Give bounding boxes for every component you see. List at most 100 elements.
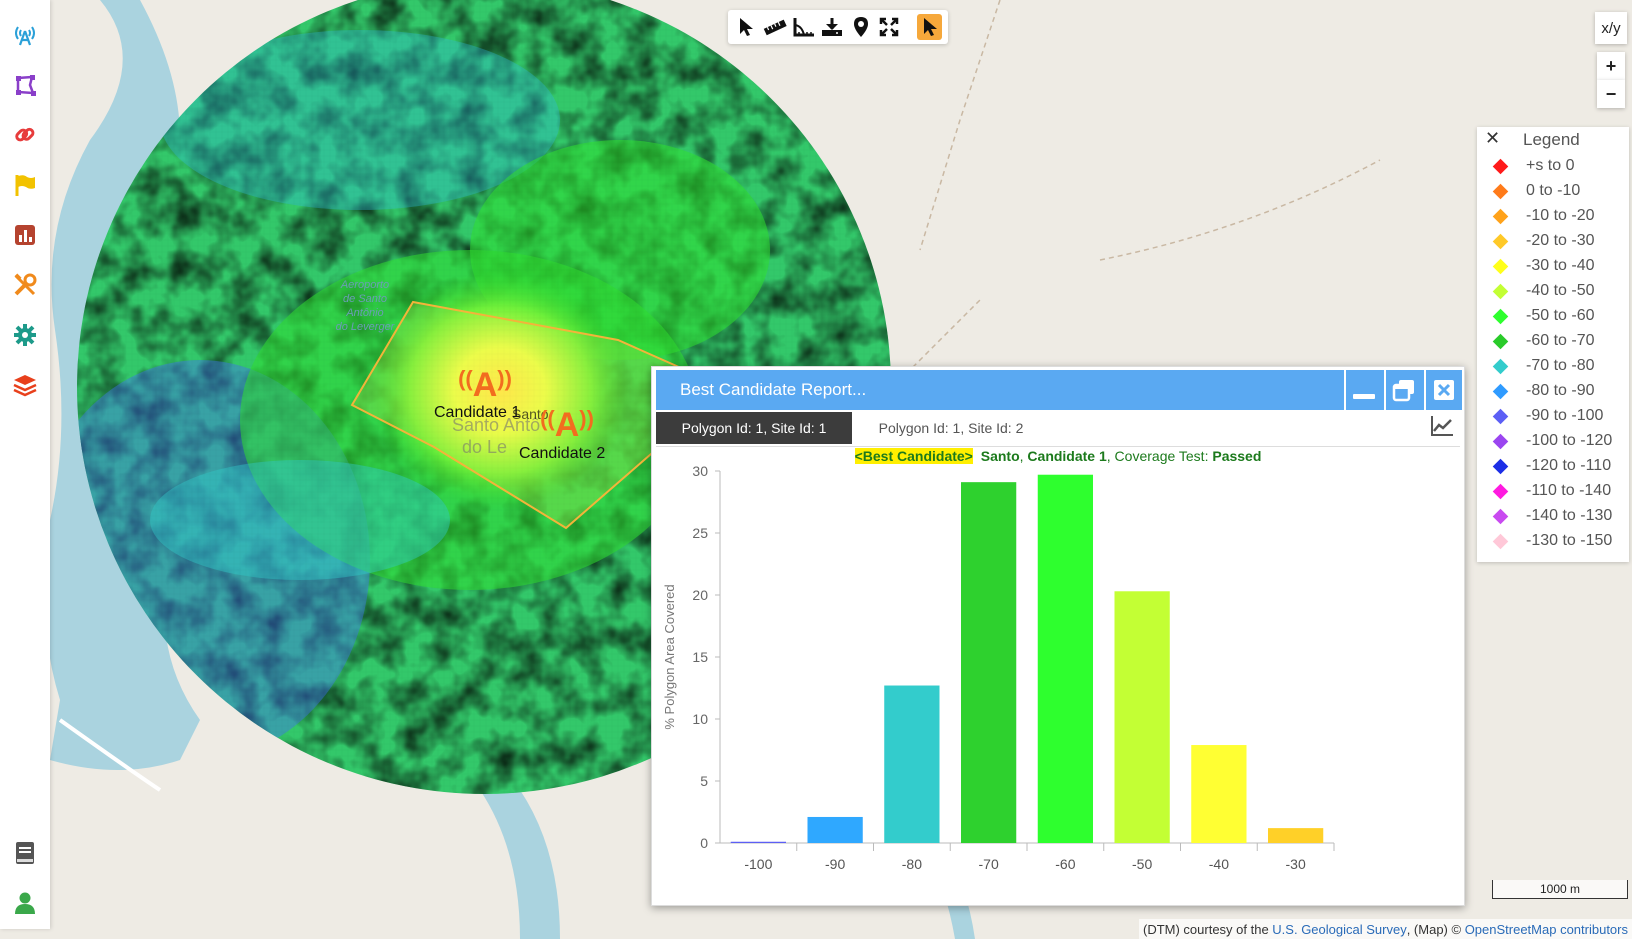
x-tick-label: -70	[979, 856, 999, 872]
legend-item-label: -10 to -20	[1526, 207, 1595, 224]
sidebar-user-button[interactable]	[12, 890, 38, 916]
usgs-link[interactable]: U.S. Geological Survey	[1272, 922, 1406, 937]
pointer-icon	[740, 18, 754, 36]
best-candidate-report-dialog[interactable]: Best Candidate Report... Polygon Id: 1, …	[651, 366, 1465, 906]
sidebar-links-button[interactable]	[12, 122, 38, 148]
legend-item-label: -40 to -50	[1526, 282, 1595, 299]
legend-swatch-icon	[1492, 508, 1509, 524]
osm-link[interactable]: OpenStreetMap contributors	[1465, 922, 1628, 937]
user-icon	[15, 892, 35, 914]
zoom-out-button[interactable]: −	[1597, 80, 1625, 108]
bar	[730, 841, 787, 843]
sidebar-polygon-button[interactable]	[12, 72, 38, 98]
candidate-2-label: Candidate 2	[519, 445, 606, 462]
measure-angle-tool[interactable]	[791, 14, 816, 40]
legend-swatch-icon	[1492, 383, 1509, 399]
restore-button[interactable]	[1384, 370, 1422, 410]
sidebar-settings-button[interactable]	[12, 322, 38, 348]
bar	[1114, 591, 1170, 843]
site-name: Santo	[980, 448, 1020, 464]
fullscreen-tool[interactable]	[877, 14, 902, 40]
sidebar-flags-button[interactable]	[12, 172, 38, 198]
legend-item: -20 to -30	[1477, 229, 1594, 253]
y-tick-label: 10	[692, 711, 708, 727]
legend-item-label: +s to 0	[1526, 157, 1575, 174]
y-tick-label: 25	[692, 525, 708, 541]
best-candidate-badge: <Best Candidate>	[854, 448, 973, 464]
sidebar-reports-button[interactable]	[12, 222, 38, 248]
legend-item-label: -60 to -70	[1526, 332, 1595, 349]
legend-swatch-icon	[1492, 433, 1509, 449]
bar	[1191, 745, 1247, 843]
map-pin-icon	[853, 17, 868, 37]
legend-item: -50 to -60	[1477, 304, 1594, 328]
airport-label: Aeroporto de Santo Antônio do Leverger	[335, 279, 395, 333]
legend-item: +s to 0	[1477, 154, 1574, 178]
download-tool[interactable]	[820, 14, 845, 40]
legend-title: Legend	[1523, 130, 1580, 149]
attribution-prefix: (DTM) courtesy of the	[1142, 921, 1273, 937]
legend-item-label: -140 to -130	[1526, 507, 1613, 524]
marker-tool[interactable]	[849, 14, 874, 40]
legend-item: -90 to -100	[1477, 404, 1603, 428]
legend-item: -130 to -150	[1477, 529, 1612, 553]
legend-item-label: -110 to -140	[1526, 482, 1612, 499]
sidebar-sites-button[interactable]	[12, 22, 38, 48]
x-tick-label: -30	[1286, 856, 1306, 872]
legend-item-label: -50 to -60	[1526, 307, 1595, 324]
ruler-icon	[763, 19, 787, 36]
y-tick-label: 5	[700, 773, 708, 789]
legend-item: -100 to -120	[1477, 429, 1612, 453]
tab-site-2[interactable]: Polygon Id: 1, Site Id: 2	[856, 412, 1046, 444]
minimize-button[interactable]	[1344, 370, 1382, 410]
select-tool[interactable]	[734, 14, 759, 40]
sidebar-docs-button[interactable]	[12, 840, 38, 866]
legend-swatch-icon	[1492, 483, 1509, 499]
y-tick-label: 0	[700, 835, 708, 851]
legend-item-label: -130 to -150	[1526, 532, 1613, 549]
pointer-active-tool[interactable]	[917, 14, 942, 40]
bar	[1267, 828, 1324, 843]
coverage-histogram: 0 5 10 15 20 25 30 -100 -90 -80 -70 -60 -50 -40 -30 % P…	[662, 463, 1335, 872]
x-tick-label: -60	[1055, 856, 1075, 872]
bar	[1037, 474, 1094, 843]
tab-site-1[interactable]: Polygon Id: 1, Site Id: 1	[656, 412, 852, 444]
legend-swatch-icon	[1492, 308, 1509, 324]
layers-icon	[13, 375, 37, 397]
legend-item: -120 to -110	[1477, 454, 1611, 478]
legend-swatch-icon	[1492, 283, 1509, 299]
legend-swatch-icon	[1492, 258, 1509, 274]
legend-item-label: -100 to -120	[1526, 432, 1613, 449]
coverage-test-result: Passed	[1212, 448, 1262, 464]
y-axis-title: % Polygon Area Covered	[662, 584, 677, 729]
legend-item: -60 to -70	[1477, 329, 1594, 353]
map-toolbar	[728, 10, 948, 44]
report-title-bar[interactable]: Best Candidate Report...	[656, 370, 1462, 410]
legend-swatch-icon	[1492, 183, 1509, 199]
candidate-2-marker[interactable]: ((A))	[537, 402, 597, 442]
y-tick-label: 15	[692, 649, 708, 665]
close-button[interactable]	[1424, 370, 1462, 410]
angle-ruler-icon	[793, 18, 814, 37]
chart-toggle-button[interactable]	[1430, 415, 1456, 441]
legend-item-label: -120 to -110	[1526, 457, 1612, 474]
candidate-name: Candidate 1	[1027, 448, 1107, 464]
legend-item-label: -30 to -40	[1526, 257, 1595, 274]
antenna-icon	[15, 26, 35, 46]
bar-chart-icon	[15, 225, 35, 245]
coordinates-toggle-button[interactable]: x/y	[1595, 12, 1627, 44]
legend-item-label: -80 to -90	[1526, 382, 1595, 399]
close-icon	[1434, 380, 1454, 400]
legend-item: -80 to -90	[1477, 379, 1594, 403]
line-chart-icon	[1431, 416, 1453, 436]
sidebar-layers-button[interactable]	[12, 372, 38, 398]
legend-swatch-icon	[1492, 233, 1509, 249]
x-tick-label: -100	[744, 856, 772, 872]
zoom-in-button[interactable]: +	[1597, 52, 1625, 80]
candidate-1-marker[interactable]: ((A))	[455, 362, 515, 402]
measure-ruler-tool[interactable]	[763, 14, 788, 40]
sidebar-tools-button[interactable]	[12, 272, 38, 298]
legend-close-icon[interactable]: ✕	[1485, 128, 1500, 149]
book-icon	[16, 842, 34, 864]
legend-item-label: -70 to -80	[1526, 357, 1595, 374]
